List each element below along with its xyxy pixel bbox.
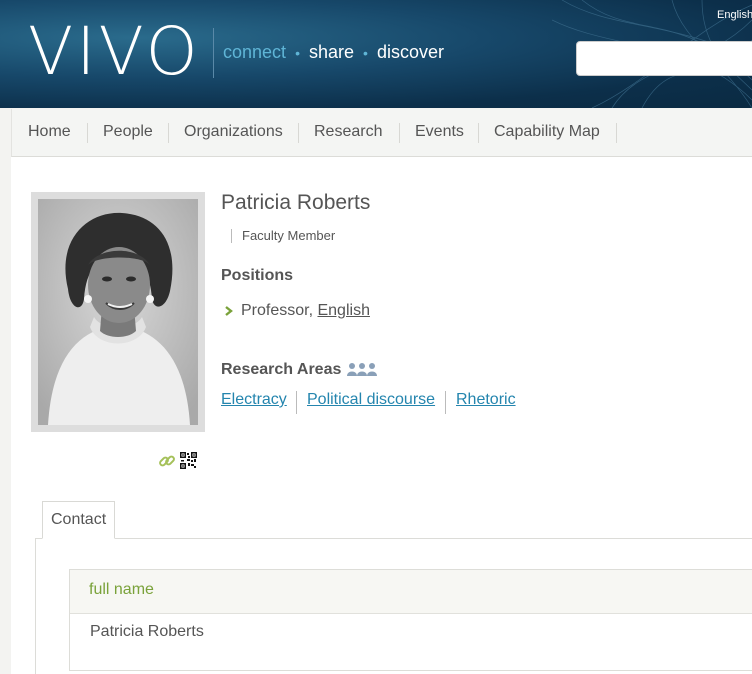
contact-header <box>70 570 752 614</box>
tagline: connect • share • discover <box>223 42 444 63</box>
nav-research[interactable]: Research <box>314 123 382 141</box>
tab-panel-border <box>35 538 36 674</box>
research-area-item[interactable]: Political discourse <box>307 391 435 409</box>
tab-contact[interactable]: Contact <box>42 501 115 539</box>
search-input[interactable] <box>576 41 752 76</box>
person-title: Faculty Member <box>242 228 336 243</box>
nav-divider <box>87 123 88 143</box>
research-area-divider <box>296 391 297 414</box>
logo-divider <box>213 28 214 78</box>
position-entry: Professor, English <box>241 302 370 320</box>
main-nav: Home People Organizations Research Event… <box>11 109 752 157</box>
tagline-dot: • <box>295 45 300 61</box>
tagline-discover: discover <box>376 42 444 62</box>
tagline-connect: connect <box>223 42 287 62</box>
vivo-logo[interactable]: VIVO <box>28 16 201 88</box>
tagline-dot: • <box>363 45 368 61</box>
position-department-link[interactable]: English <box>317 302 369 319</box>
research-areas-heading: Research Areas <box>221 361 342 378</box>
nav-divider <box>298 123 299 143</box>
tab-panel-border <box>35 538 752 539</box>
nav-divider <box>478 123 479 143</box>
research-area-divider <box>445 391 446 414</box>
site-header: VIVO connect • share • discover English <box>0 0 752 108</box>
positions-heading: Positions <box>221 267 294 284</box>
research-area-link[interactable]: Electracy <box>221 391 287 408</box>
title-divider <box>231 229 232 243</box>
contact-field-label: full name <box>89 581 154 598</box>
nav-capability-map[interactable]: Capability Map <box>494 123 600 141</box>
qr-code-icon[interactable] <box>180 452 197 469</box>
research-area-link[interactable]: Political discourse <box>307 391 435 408</box>
nav-home[interactable]: Home <box>28 123 71 141</box>
arrow-right-icon <box>225 306 233 316</box>
nav-divider <box>168 123 169 143</box>
nav-people[interactable]: People <box>103 123 153 141</box>
nav-divider <box>399 123 400 143</box>
profile-photo <box>38 199 198 425</box>
tagline-share: share <box>308 42 355 62</box>
person-name: Patricia Roberts <box>221 191 371 214</box>
nav-events[interactable]: Events <box>415 123 464 141</box>
research-area-link[interactable]: Rhetoric <box>456 391 516 408</box>
contact-field-value: Patricia Roberts <box>90 623 204 640</box>
link-icon[interactable] <box>158 452 176 470</box>
research-area-item[interactable]: Rhetoric <box>456 391 516 409</box>
nav-divider <box>616 123 617 143</box>
nav-organizations[interactable]: Organizations <box>184 123 283 141</box>
language-link[interactable]: English <box>717 9 752 21</box>
people-group-icon[interactable] <box>347 362 377 376</box>
position-role: Professor, <box>241 302 314 319</box>
research-area-item[interactable]: Electracy <box>221 391 287 409</box>
